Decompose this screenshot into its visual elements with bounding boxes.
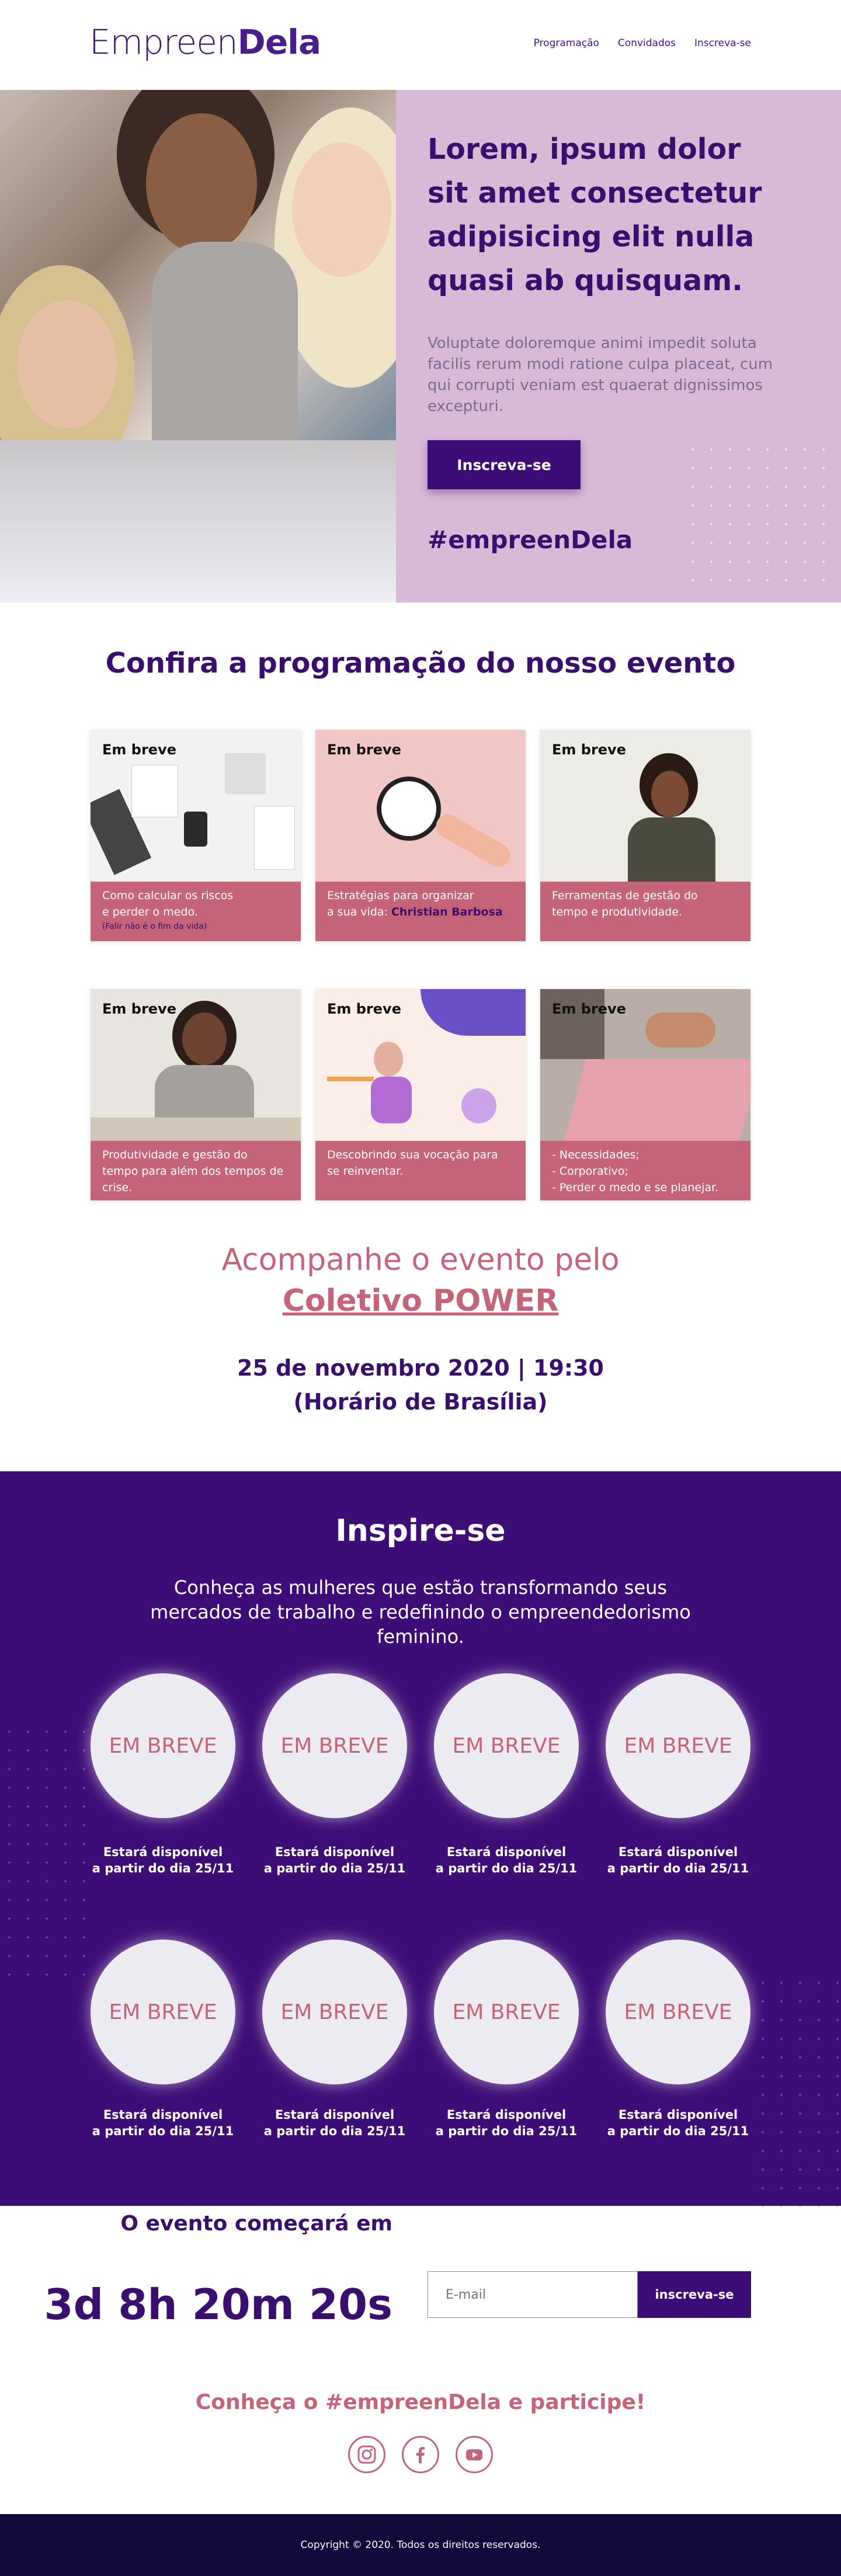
speaker-placeholder: EM BREVE xyxy=(91,1940,235,2084)
facebook-icon[interactable] xyxy=(402,2436,439,2473)
event-card[interactable]: Em breve Produtividade e gestão do tempo … xyxy=(91,989,301,1200)
dot-pattern xyxy=(0,1722,88,1985)
countdown-value: 3d 8h 20m 20s xyxy=(44,2280,392,2329)
dot-pattern xyxy=(753,1973,841,2207)
event-card[interactable]: Em breve - Necessidades; - Corporativo; - … xyxy=(540,989,750,1200)
event-card[interactable]: Em breve Como calcular os riscos e perder… xyxy=(91,730,301,941)
hero-photo xyxy=(0,90,396,603)
speaker-placeholder: EM BREVE xyxy=(434,1940,579,2084)
speaker-placeholder: EM BREVE xyxy=(434,1673,579,1818)
speaker-placeholder: EM BREVE xyxy=(262,1673,407,1818)
inspire-title: Inspire-se xyxy=(335,1513,506,1548)
site-footer: Copyright © 2020. Todos os direitos rese… xyxy=(0,2514,841,2576)
acompanhe-text: Acompanhe o evento pelo xyxy=(221,1242,620,1277)
coletivo-power-link[interactable]: Coletivo POWER xyxy=(0,1283,841,1318)
instagram-icon[interactable] xyxy=(348,2436,385,2473)
email-input[interactable] xyxy=(428,2271,638,2318)
speaker-placeholder: EM BREVE xyxy=(606,1673,750,1818)
main-nav: Programação Convidados Inscreva-se xyxy=(534,37,751,49)
card-badge: Em breve xyxy=(102,1001,176,1017)
availability-text: Estará disponível a partir do dia 25/11 xyxy=(263,1845,406,1875)
social-title: Conheça o #empreenDela e participe! xyxy=(195,2390,646,2414)
card-caption: Descobrindo sua vocação para se reinventa… xyxy=(315,1141,526,1200)
card-caption: - Necessidades; - Corporativo; - Perder o … xyxy=(540,1141,750,1200)
hero-hashtag: #empreenDela xyxy=(428,525,633,554)
event-card[interactable]: Em breve Descobrindo sua vocação para se … xyxy=(315,989,526,1200)
youtube-icon[interactable] xyxy=(456,2436,493,2473)
event-card[interactable]: Em breve Estratégias para organizar a sua… xyxy=(315,730,526,941)
card-caption: Ferramentas de gestão do tempo e produtiv… xyxy=(540,882,750,941)
card-badge: Em breve xyxy=(552,742,626,758)
availability-text: Estará disponível a partir do dia 25/11 xyxy=(435,2108,578,2138)
hero-text: Voluptate doloremque animi impedit solut… xyxy=(428,335,773,415)
acompanhe-block: Acompanhe o evento pelo Coletivo POWER xyxy=(0,1242,841,1318)
nav-convidados[interactable]: Convidados xyxy=(618,37,676,49)
card-caption: Como calcular os riscos e perder o medo. … xyxy=(91,882,301,941)
card-caption: Estratégias para organizar a sua vida: Ch… xyxy=(315,882,526,941)
availability-text: Estará disponível a partir do dia 25/11 xyxy=(607,1845,749,1875)
nav-programacao[interactable]: Programação xyxy=(534,37,599,49)
card-badge: Em breve xyxy=(327,742,401,758)
availability-text: Estará disponível a partir do dia 25/11 xyxy=(92,2108,234,2138)
subscribe-button[interactable]: inscreva-se xyxy=(638,2271,751,2318)
copyright-text: Copyright © 2020. Todos os direitos rese… xyxy=(300,2539,541,2551)
programacao-title: Confira a programação do nosso evento xyxy=(105,647,736,680)
card-badge: Em breve xyxy=(102,742,176,758)
site-header: EmpreenDela Programação Convidados Inscr… xyxy=(0,0,841,90)
event-date: 25 de novembro 2020 | 19:30 (Horário de B… xyxy=(237,1355,604,1415)
availability-text: Estará disponível a partir do dia 25/11 xyxy=(607,2108,749,2138)
countdown-label: O evento começará em xyxy=(120,2212,392,2236)
speaker-placeholder: EM BREVE xyxy=(606,1940,750,2084)
speaker-placeholder: EM BREVE xyxy=(91,1673,235,1818)
card-badge: Em breve xyxy=(552,1001,626,1017)
nav-inscreva-se[interactable]: Inscreva-se xyxy=(694,37,751,49)
speaker-placeholder: EM BREVE xyxy=(262,1940,407,2084)
hero-subscribe-button[interactable]: Inscreva-se xyxy=(428,440,581,489)
inspire-text: Conheça as mulheres que estão transforma… xyxy=(150,1576,691,1648)
availability-text: Estará disponível a partir do dia 25/11 xyxy=(263,2108,406,2138)
hero-title: Lorem, ipsum dolor sit amet consectetur … xyxy=(428,133,762,297)
card-caption: Produtividade e gestão do tempo para além… xyxy=(91,1141,301,1200)
event-card[interactable]: Em breve Ferramentas de gestão do tempo e… xyxy=(540,730,750,941)
availability-text: Estará disponível a partir do dia 25/11 xyxy=(435,1845,578,1875)
availability-text: Estará disponível a partir do dia 25/11 xyxy=(92,1845,234,1875)
card-badge: Em breve xyxy=(327,1001,401,1017)
logo[interactable]: EmpreenDela xyxy=(89,22,321,62)
dot-pattern xyxy=(683,440,835,598)
